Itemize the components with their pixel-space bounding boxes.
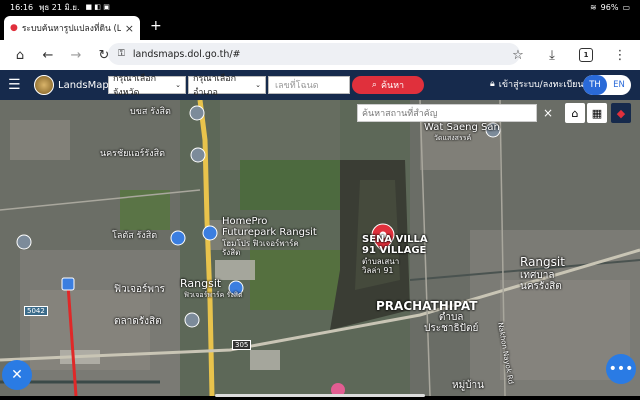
layers-icon[interactable]: ◆ [611,103,631,123]
map-label-homepro-th: โฮมโปร ฟิวเจอร์พาร์ครังสิต [222,239,299,257]
route-shield-5042: 5042 [24,306,48,316]
notification-icons: ■ ◧ ▣ [85,3,110,11]
map-label-lotus: โลตัส รังสิต [112,231,158,241]
map-label-wat-th: วัดแสงสรรค์ [434,134,472,142]
hamburger-menu-icon[interactable]: ☰ [8,77,26,93]
search-icon: ⌕ [371,80,377,90]
chevron-down-icon: ⌄ [175,81,181,89]
department-logo [34,75,54,95]
place-search-input[interactable]: ค้นหาสถานที่สำคัญ [357,104,537,122]
district-select[interactable]: กรุณาเลือกอำเภอ ⌄ [188,74,266,98]
map-label-rangsit-mid-th: ฟิวเจอร์พาร์ค รังสิต [184,291,243,299]
address-bar[interactable]: ⚿ landsmaps.dol.go.th/# [108,43,520,65]
lang-th-option[interactable]: TH [583,75,607,95]
district-select-value: กรุณาเลือกอำเภอ [193,74,237,98]
map-label-village: หมู่บ้าน [452,380,484,391]
home-indicator[interactable] [215,394,425,397]
province-select-value: กรุณาเลือกจังหวัด [113,74,157,98]
app-brand: LandsMaps [58,79,114,91]
toolbar-actions: ☆ ⤓ 1 ⋮ [504,40,634,70]
chevron-down-icon: ⌄ [255,81,261,89]
tab-strip: ● ระบบค้นหารูปแปลงที่ดิน (Land × [0,14,640,40]
location-fab-button[interactable]: ✕ [2,360,32,390]
bookmark-star-icon[interactable]: ☆ [504,41,532,69]
map-label-future: ฟิวเจอร์พาร [114,284,165,295]
map-label-sena-th: ตำบลเสนา วิลล่า 91 [362,257,400,275]
login-link[interactable]: 🔒︎ เข้าสู่ระบบ/ลงทะเบียน [490,77,584,91]
status-battery: 96% [600,2,619,12]
map-label-bus-stop: บขส รังสิต [130,107,171,117]
map-label-rangsit-mid: Rangsit [180,277,222,290]
home-map-icon[interactable]: ⌂ [565,103,585,123]
route-shield-305: 305 [232,340,252,350]
tab-count: 1 [579,48,593,62]
map-label-airforce: นครชัยแอร์รังสิต [100,149,165,159]
browser-tab[interactable]: ● ระบบค้นหารูปแปลงที่ดิน (Land × [4,16,140,40]
map-label-rangsit-right-th: เทศบาล นครรังสิต [520,270,562,292]
system-status-bar: 16:16 พุธ 21 มิ.ย. ■ ◧ ▣ ≋ 96% ▭ [0,0,640,14]
back-arrow-icon[interactable]: ← [34,41,62,69]
close-tab-icon[interactable]: × [125,22,134,35]
parcel-number-input[interactable]: เลขที่โฉนด [268,76,350,94]
lang-en-option[interactable]: EN [607,75,631,95]
new-tab-icon[interactable]: + [150,18,162,34]
search-button[interactable]: ⌕ ค้นหา [352,76,424,94]
close-icon[interactable]: × [540,104,556,122]
grid-icon[interactable]: ▦ [587,103,607,123]
map-label-wat-en: Wat Saeng San [424,122,500,133]
download-icon[interactable]: ⤓ [538,41,566,69]
tab-title: ระบบค้นหารูปแปลงที่ดิน (Land [21,24,121,34]
map-label-homepro-en: HomePro Futurepark Rangsit [222,216,317,238]
map-pin-favicon-icon: ● [10,23,18,33]
satellite-map[interactable]: Wat Saeng San วัดแสงสรรค์ บขส รังสิต นคร… [0,100,640,396]
login-label: เข้าสู่ระบบ/ลงทะเบียน [498,80,584,90]
province-select[interactable]: กรุณาเลือกจังหวัด ⌄ [108,74,186,98]
tools-icon: ✕ [11,367,23,383]
parcel-number-placeholder: เลขที่โฉนด [275,81,319,91]
map-label-rangsit-right: Rangsit [520,255,565,269]
search-button-label: ค้นหา [380,81,405,91]
site-info-icon[interactable]: ⚿ [118,49,125,59]
wifi-icon: ≋ [589,2,597,12]
forward-arrow-icon[interactable]: → [62,41,90,69]
battery-icon: ▭ [622,2,630,12]
status-time: 16:16 [10,2,34,12]
more-dots-icon: ••• [608,361,634,377]
url-text: landsmaps.dol.go.th/# [132,48,241,60]
lock-icon: 🔒︎ [490,79,495,89]
map-imagery [0,100,640,396]
status-date: พุธ 21 มิ.ย. [39,2,80,12]
place-search-placeholder: ค้นหาสถานที่สำคัญ [362,109,438,119]
tab-switcher-button[interactable]: 1 [572,41,600,69]
language-toggle[interactable]: TH EN [583,75,631,95]
home-icon[interactable]: ⌂ [6,41,34,69]
overflow-menu-icon[interactable]: ⋮ [606,41,634,69]
map-label-prachathipat-th: ตำบล ประชาธิปัตย์ [424,312,479,334]
more-options-fab-button[interactable]: ••• [606,354,636,384]
map-label-market: ตลาดรังสิต [114,316,162,327]
map-label-sena-en: SENA VILLA 91 VILLAGE [362,234,428,256]
